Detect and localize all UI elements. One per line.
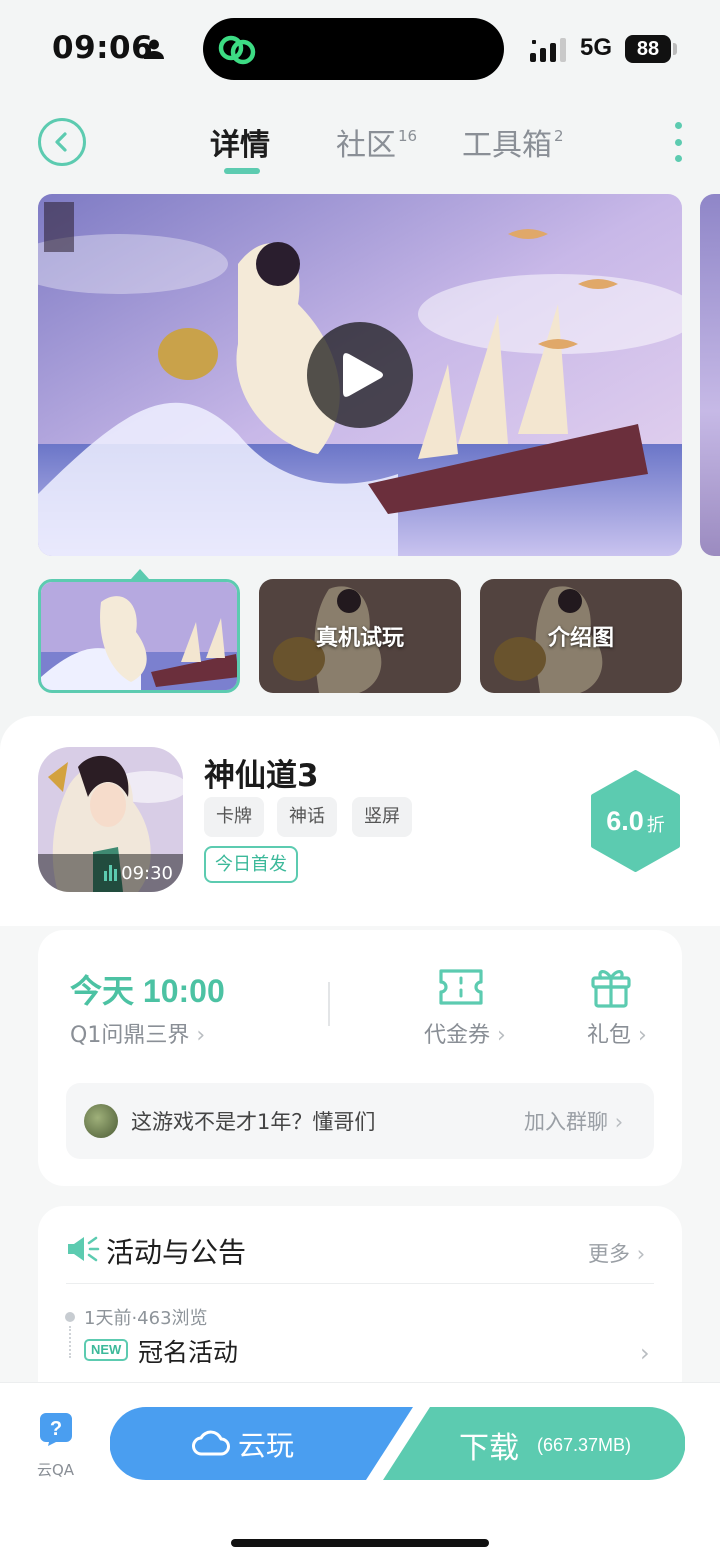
cloud-play-label: 云玩 [238, 1429, 295, 1462]
news-section-title: 活动与公告 [106, 1236, 247, 1269]
download-button[interactable] [383, 1407, 685, 1480]
discount-value: 6.0 [606, 805, 644, 836]
server-open-time[interactable]: 今天 10:00 [70, 966, 225, 1012]
status-bar: 09:06 5G 88 [0, 0, 720, 100]
coupon-icon[interactable] [438, 968, 484, 1006]
chat-message: 这游戏不是才1年？懂哥们 [131, 1110, 376, 1134]
tab-details[interactable]: 详情 [210, 120, 270, 164]
megaphone-icon [68, 1236, 100, 1262]
home-indicator[interactable] [231, 1539, 489, 1547]
next-media-preview[interactable] [700, 194, 720, 556]
svg-text:?: ? [50, 1418, 62, 1440]
play-video-button[interactable] [307, 322, 413, 428]
launch-today-tag: 今日首发 [204, 846, 298, 883]
server-name[interactable]: Q1问鼎三界 › [70, 1017, 205, 1049]
tab-toolbox[interactable]: 工具箱 2 [462, 120, 564, 164]
gift-link[interactable]: 礼包 › [587, 1017, 647, 1049]
new-badge: NEW [84, 1339, 129, 1361]
cloud-icon [192, 1430, 230, 1456]
news-more-link[interactable]: 更多 › [588, 1238, 645, 1268]
network-label: 5G [580, 34, 613, 61]
thumbnail-selected-indicator [131, 569, 149, 579]
thumbnail-intro-images[interactable]: 介绍图 [480, 579, 682, 693]
person-icon [144, 39, 164, 59]
chevron-left-icon [55, 132, 67, 152]
active-tab-indicator [224, 168, 260, 174]
battery-tip [673, 43, 677, 55]
icon-time-badge: 09:30 [38, 854, 183, 892]
tab-community-badge: 16 [398, 127, 418, 145]
signal-icon [530, 38, 566, 62]
tag-portrait[interactable]: 竖屏 [352, 797, 412, 837]
news-item-chevron-icon[interactable]: › [640, 1339, 650, 1367]
discount-badge: 6.0 折 [589, 770, 682, 872]
news-item-title[interactable]: 冠名活动 [138, 1333, 238, 1369]
tag-card[interactable]: 卡牌 [204, 797, 264, 837]
download-size: (667.37MB) [537, 1435, 632, 1455]
battery-icon: 88 [625, 35, 671, 63]
join-chat-button[interactable]: 加入群聊 › [524, 1106, 623, 1136]
news-divider [66, 1283, 654, 1284]
play-icon [343, 353, 383, 397]
tab-community[interactable]: 社区 16 [336, 120, 417, 164]
thumbnail-real-device-trial[interactable]: 真机试玩 [259, 579, 461, 693]
chat-avatar [84, 1104, 118, 1138]
gift-icon[interactable] [589, 965, 633, 1009]
game-icon[interactable]: 09:30 [38, 747, 183, 892]
bars-icon [104, 865, 118, 881]
discount-unit: 折 [646, 815, 665, 836]
cloud-qa-label[interactable]: 云QA [37, 1459, 74, 1480]
more-options-icon[interactable] [668, 122, 688, 162]
game-title: 神仙道3 [204, 758, 319, 794]
tab-toolbox-badge: 2 [554, 127, 564, 145]
timeline-dot [65, 1312, 75, 1322]
news-item-meta: 1天前·463浏览 [84, 1308, 208, 1329]
download-label: 下载 [459, 1431, 519, 1466]
thumbnail-video[interactable] [38, 579, 240, 693]
card-separator [328, 982, 330, 1026]
status-time: 09:06 [52, 30, 154, 66]
back-button[interactable] [38, 118, 86, 166]
link-app-icon [218, 35, 256, 65]
timeline-line [69, 1326, 71, 1358]
coupon-link[interactable]: 代金券 › [424, 1017, 506, 1049]
tag-myth[interactable]: 神话 [277, 797, 337, 837]
help-icon[interactable]: ? [38, 1411, 74, 1447]
